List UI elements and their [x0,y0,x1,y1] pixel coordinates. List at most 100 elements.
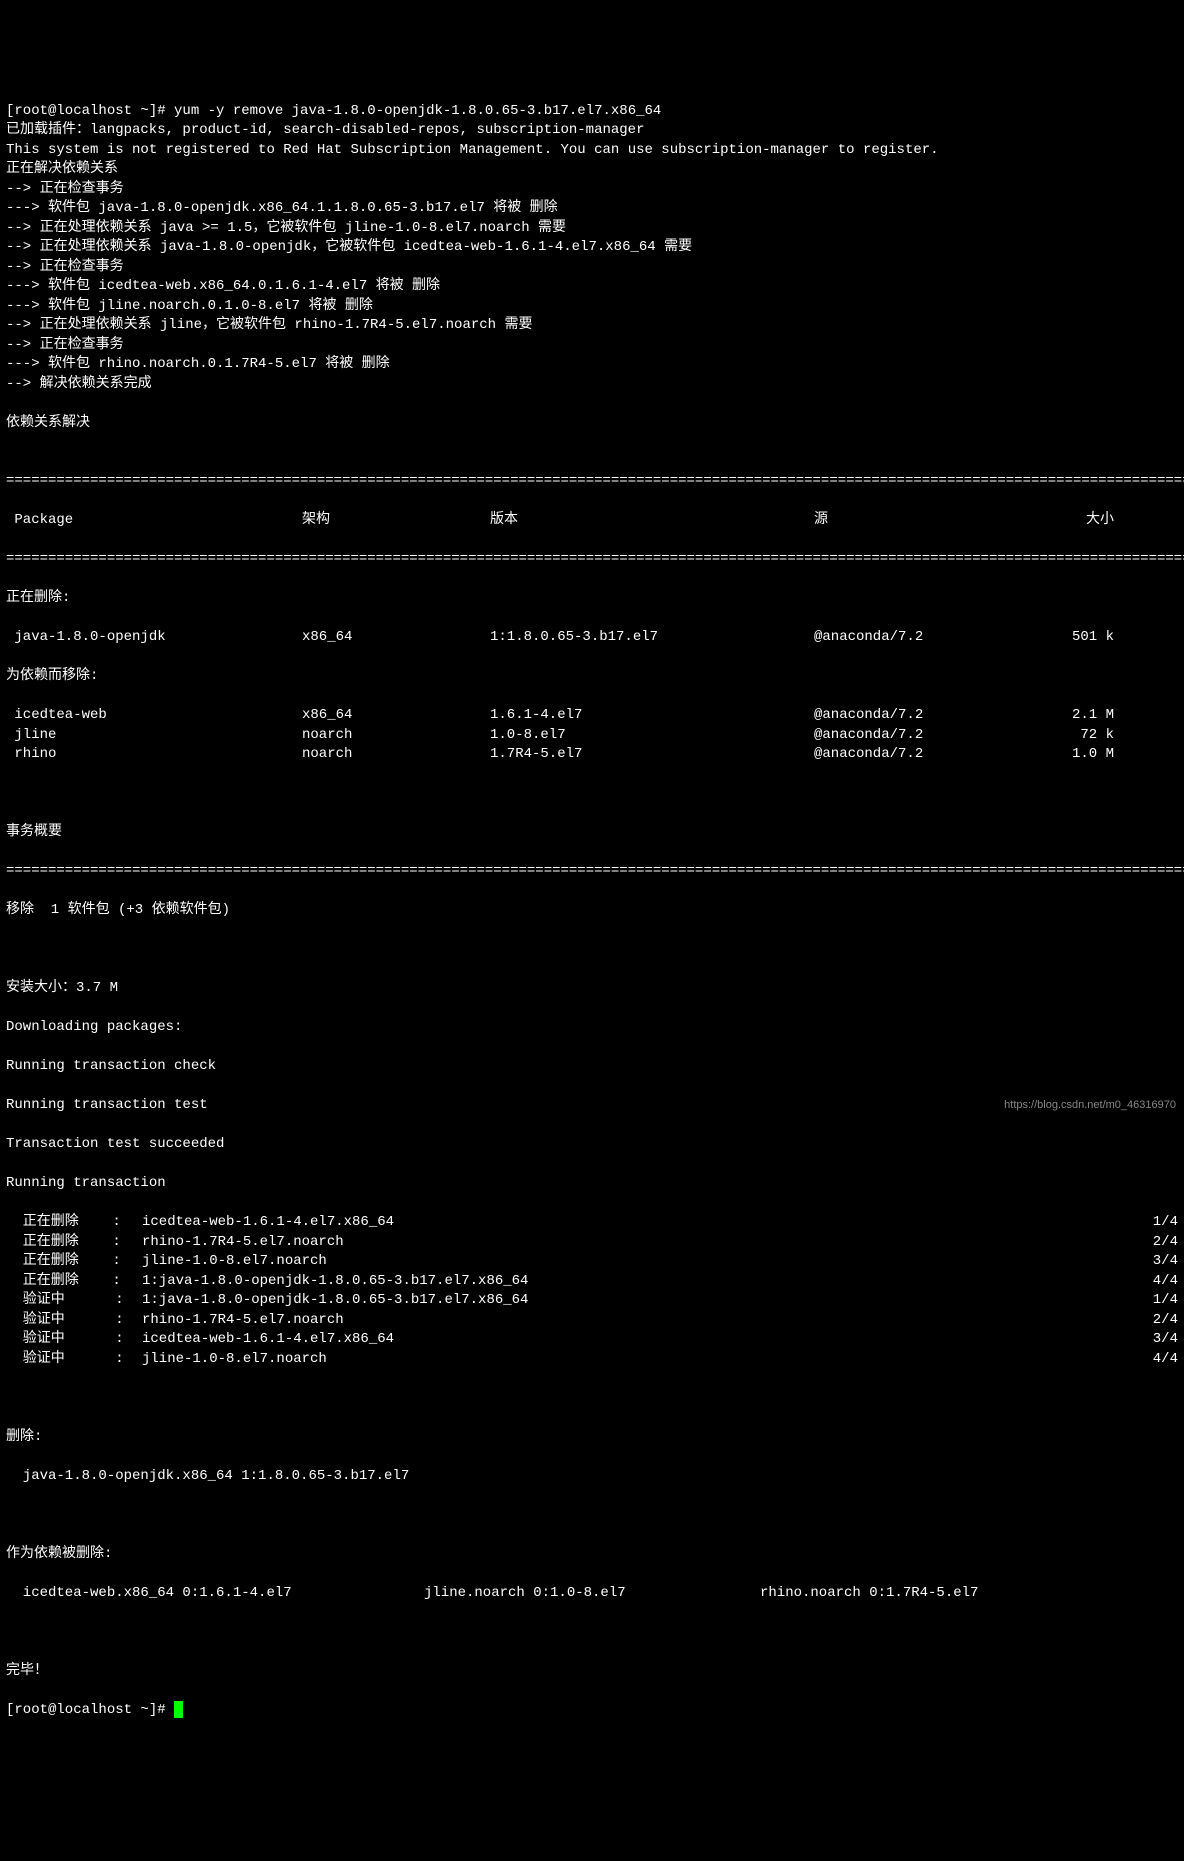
pkg-arch: x86_64 [302,706,490,726]
shell-prompt: [root@localhost ~]# [6,1702,174,1718]
output-line [6,394,1178,414]
blank [6,784,1178,804]
summary-header: 事务概要 [6,823,1178,843]
tx-succeeded: Transaction test succeeded [6,1135,1178,1155]
pkg-name: rhino [6,745,302,765]
output-line [6,433,1178,453]
table-row: icedtea-webx86_641.6.1-4.el7@anaconda/7.… [6,706,1178,726]
summary-line: 移除 1 软件包 (+3 依赖软件包) [6,901,1178,921]
blank [6,940,1178,960]
dep-removed-row: icedtea-web.x86_64 0:1.6.1-4.el7jline.no… [6,1584,1178,1604]
pkg-arch: noarch [302,726,490,746]
transaction-row: 正在删除 : icedtea-web-1.6.1-4.el7.x86_641/4 [6,1213,1178,1233]
output-line: 已加载插件：langpacks, product-id, search-disa… [6,121,1178,141]
transaction-row: 正在删除 : 1:java-1.8.0-openjdk-1.8.0.65-3.b… [6,1272,1178,1292]
output-line: --> 正在检查事务 [6,258,1178,278]
output-line: This system is not registered to Red Hat… [6,141,1178,161]
tx-package: 1:java-1.8.0-openjdk-1.8.0.65-3.b17.el7.… [142,1291,1138,1311]
output-line: 正在解决依赖关系 [6,160,1178,180]
cursor-icon[interactable] [174,1701,183,1718]
table-row: java-1.8.0-openjdkx86_641:1.8.0.65-3.b17… [6,628,1178,648]
divider: ========================================… [6,472,1178,492]
tx-package: jline-1.0-8.el7.noarch [142,1252,1138,1272]
tx-action: 正在删除 : [6,1272,142,1292]
pkg-version: 1.7R4-5.el7 [490,745,814,765]
tx-check: Running transaction check [6,1057,1178,1077]
output-line: --> 正在处理依赖关系 jline，它被软件包 rhino-1.7R4-5.e… [6,316,1178,336]
tx-action: 正在删除 : [6,1213,142,1233]
output-line: ---> 软件包 java-1.8.0-openjdk.x86_64.1.1.8… [6,199,1178,219]
transaction-row: 验证中 : jline-1.0-8.el7.noarch4/4 [6,1350,1178,1370]
tx-package: 1:java-1.8.0-openjdk-1.8.0.65-3.b17.el7.… [142,1272,1138,1292]
tx-package: icedtea-web-1.6.1-4.el7.x86_64 [142,1330,1138,1350]
pkg-name: icedtea-web [6,706,302,726]
table-row: rhinonoarch1.7R4-5.el7@anaconda/7.21.0 M [6,745,1178,765]
tx-progress: 3/4 [1138,1252,1178,1272]
dep-removed-a: icedtea-web.x86_64 0:1.6.1-4.el7 [6,1584,424,1604]
output-line: --> 正在处理依赖关系 java-1.8.0-openjdk，它被软件包 ic… [6,238,1178,258]
pkg-size: 2.1 M [1050,706,1114,726]
pkg-size: 72 k [1050,726,1114,746]
tx-package: rhino-1.7R4-5.el7.noarch [142,1233,1138,1253]
tx-progress: 2/4 [1138,1233,1178,1253]
divider: ========================================… [6,862,1178,882]
transaction-row: 正在删除 : jline-1.0-8.el7.noarch3/4 [6,1252,1178,1272]
shell-prompt: [root@localhost ~]# [6,103,174,119]
removed-line: java-1.8.0-openjdk.x86_64 1:1.8.0.65-3.b… [6,1467,1178,1487]
col-package: Package [6,511,302,531]
tx-package: icedtea-web-1.6.1-4.el7.x86_64 [142,1213,1138,1233]
blank [6,1389,1178,1409]
pkg-size: 1.0 M [1050,745,1114,765]
dep-removed-b: jline.noarch 0:1.0-8.el7 [424,1584,760,1604]
pkg-size: 501 k [1050,628,1114,648]
output-line: 依赖关系解决 [6,414,1178,434]
output-line: ---> 软件包 rhino.noarch.0.1.7R4-5.el7 将被 删… [6,355,1178,375]
col-version: 版本 [490,511,814,531]
tx-action: 正在删除 : [6,1252,142,1272]
table-row: jlinenoarch1.0-8.el7@anaconda/7.272 k [6,726,1178,746]
pkg-version: 1.6.1-4.el7 [490,706,814,726]
dep-removed-header: 作为依赖被删除: [6,1545,1178,1565]
pkg-repo: @anaconda/7.2 [814,745,1050,765]
pkg-version: 1:1.8.0.65-3.b17.el7 [490,628,814,648]
terminal-output: [root@localhost ~]# yum -y remove java-1… [6,82,1178,1720]
tx-progress: 2/4 [1138,1311,1178,1331]
tx-action: 正在删除 : [6,1233,142,1253]
transaction-row: 正在删除 : rhino-1.7R4-5.el7.noarch2/4 [6,1233,1178,1253]
pkg-name: jline [6,726,302,746]
install-size: 安装大小：3.7 M [6,979,1178,999]
dep-remove-header: 为依赖而移除: [6,667,1178,687]
pkg-repo: @anaconda/7.2 [814,726,1050,746]
watermark-text: https://blog.csdn.net/m0_46316970 [1004,1096,1176,1116]
pkg-repo: @anaconda/7.2 [814,628,1050,648]
table-header: Package架构版本源大小 [6,511,1178,531]
tx-package: rhino-1.7R4-5.el7.noarch [142,1311,1138,1331]
pkg-repo: @anaconda/7.2 [814,706,1050,726]
col-size: 大小 [1050,511,1114,531]
tx-progress: 1/4 [1138,1213,1178,1233]
tx-progress: 4/4 [1138,1350,1178,1370]
tx-package: jline-1.0-8.el7.noarch [142,1350,1138,1370]
pkg-arch: x86_64 [302,628,490,648]
output-line: --> 正在检查事务 [6,180,1178,200]
tx-action: 验证中 : [6,1291,142,1311]
complete: 完毕！ [6,1662,1178,1682]
tx-action: 验证中 : [6,1311,142,1331]
col-arch: 架构 [302,511,490,531]
dep-removed-c: rhino.noarch 0:1.7R4-5.el7 [760,1584,1178,1604]
tx-test: Running transaction test [6,1096,1178,1116]
output-line: --> 解决依赖关系完成 [6,375,1178,395]
pkg-version: 1.0-8.el7 [490,726,814,746]
transaction-row: 验证中 : rhino-1.7R4-5.el7.noarch2/4 [6,1311,1178,1331]
tx-progress: 3/4 [1138,1330,1178,1350]
removed-header: 删除: [6,1428,1178,1448]
blank [6,1623,1178,1643]
divider: ========================================… [6,550,1178,570]
pkg-name: java-1.8.0-openjdk [6,628,302,648]
col-repo: 源 [814,511,1050,531]
output-line: --> 正在处理依赖关系 java >= 1.5，它被软件包 jline-1.0… [6,219,1178,239]
tx-progress: 1/4 [1138,1291,1178,1311]
command-text: yum -y remove java-1.8.0-openjdk-1.8.0.6… [174,103,661,119]
output-line: ---> 软件包 icedtea-web.x86_64.0.1.6.1-4.el… [6,277,1178,297]
transaction-row: 验证中 : icedtea-web-1.6.1-4.el7.x86_643/4 [6,1330,1178,1350]
